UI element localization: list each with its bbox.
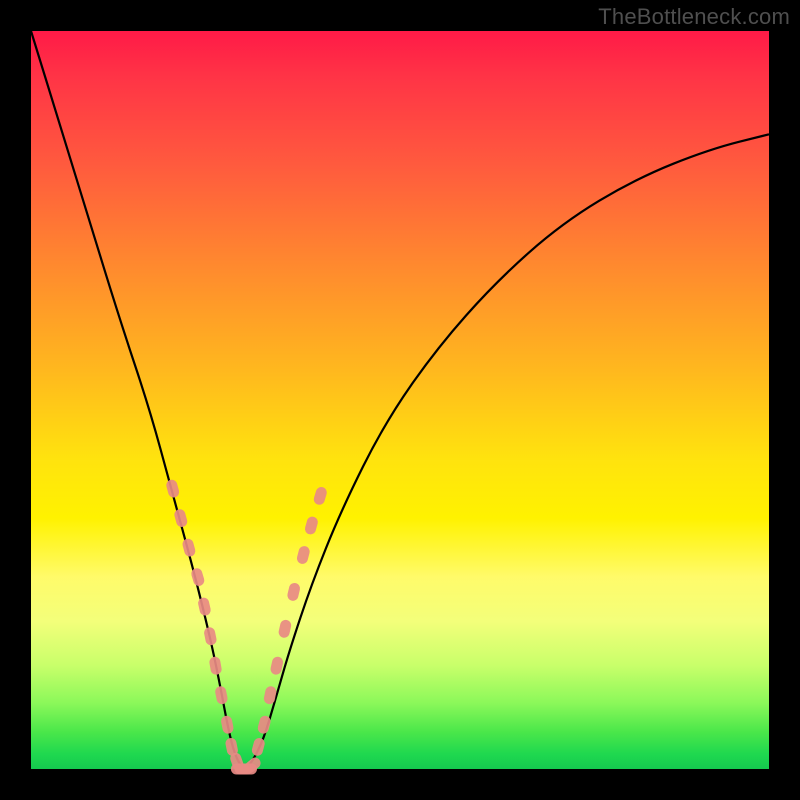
data-marker <box>312 486 328 506</box>
chart-frame: TheBottleneck.com <box>0 0 800 800</box>
data-marker <box>165 478 180 498</box>
data-marker <box>203 626 217 646</box>
data-marker <box>181 537 196 557</box>
marker-group <box>165 478 328 775</box>
curve-svg <box>31 31 769 769</box>
data-marker <box>209 656 223 676</box>
plot-area <box>31 31 769 769</box>
data-marker <box>220 715 234 735</box>
curve-path-group <box>31 31 769 767</box>
bottleneck-curve <box>31 31 769 767</box>
data-marker <box>173 508 188 528</box>
data-marker <box>214 685 228 705</box>
data-marker <box>286 582 301 602</box>
data-marker <box>296 545 311 565</box>
watermark-text: TheBottleneck.com <box>598 4 790 30</box>
data-marker <box>197 597 212 617</box>
data-marker <box>304 515 319 535</box>
data-marker <box>278 619 293 639</box>
